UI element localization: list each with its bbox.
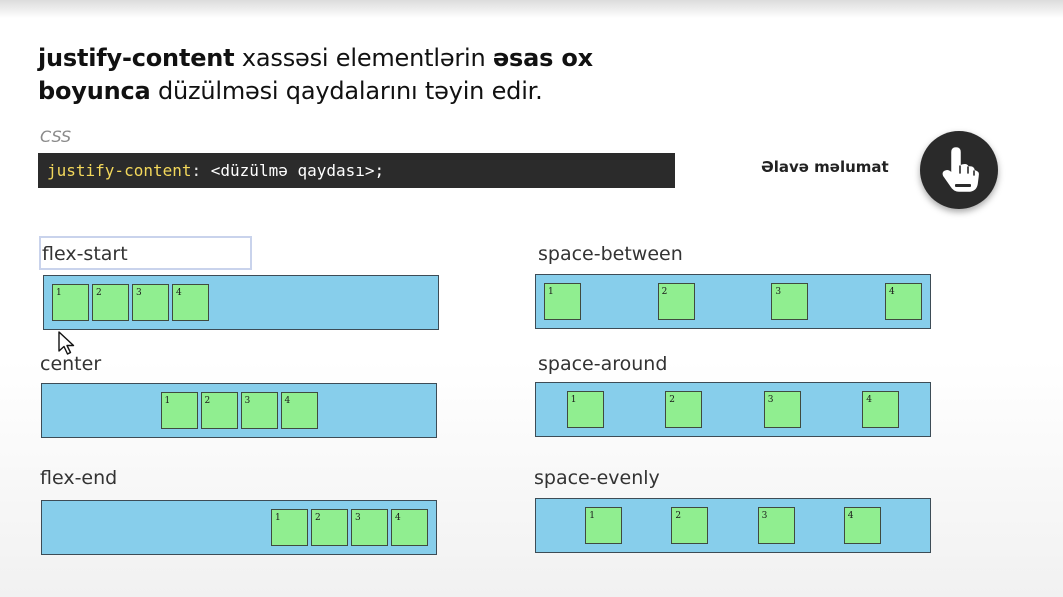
heading-emphasis-1: əsas ox — [492, 44, 593, 72]
flex-item: 2 — [657, 283, 695, 320]
heading-emphasis-2: boyunca — [38, 77, 151, 105]
heading-text-1: xassəsi elementlərin — [234, 44, 493, 72]
top-shade — [0, 0, 1063, 18]
demo-space-between: 1 2 3 4 — [535, 274, 931, 329]
flex-item: 1 — [544, 283, 581, 320]
demo-flex-end: 1 2 3 4 — [41, 500, 437, 555]
flex-item: 4 — [280, 392, 318, 429]
flex-item: 3 — [351, 509, 388, 546]
demo-space-around: 1 2 3 4 — [535, 382, 931, 437]
flex-item: 2 — [665, 391, 703, 428]
label-space-around: space-around — [538, 353, 668, 375]
flex-item: 4 — [843, 507, 881, 544]
flex-item: 1 — [566, 391, 604, 428]
flex-item: 1 — [585, 507, 623, 544]
mouse-pointer-icon — [58, 331, 75, 355]
flex-item: 1 — [160, 392, 198, 429]
heading-text-2: düzülməsi qaydalarını təyin edir. — [150, 77, 543, 105]
code-language-label: CSS — [40, 127, 72, 146]
flex-item: 4 — [391, 509, 428, 546]
flex-item: 2 — [92, 284, 129, 321]
code-property: justify-content — [47, 161, 192, 180]
pointing-hand-icon — [942, 147, 979, 192]
demo-space-evenly: 1 2 3 4 — [535, 498, 931, 553]
code-value: <düzülmə qaydası>; — [201, 161, 385, 180]
label-space-evenly: space-evenly — [534, 467, 660, 489]
slide-heading: justify-content xassəsi elementlərin əsa… — [38, 42, 738, 108]
flex-item: 3 — [132, 284, 169, 321]
code-snippet: justify-content: <düzülmə qaydası>; — [38, 153, 675, 188]
flex-item: 2 — [200, 392, 238, 429]
label-space-between: space-between — [538, 243, 683, 265]
more-info-label: Əlavə məlumat — [761, 158, 889, 176]
flex-item: 3 — [763, 391, 801, 428]
flex-item: 4 — [884, 283, 922, 320]
demo-center: 1 2 3 4 — [41, 383, 437, 438]
label-flex-end: flex-end — [40, 467, 118, 489]
demo-flex-start: 1 2 3 4 — [43, 275, 439, 330]
more-info-button[interactable] — [920, 131, 998, 209]
flex-item: 3 — [771, 283, 809, 320]
flex-item: 2 — [311, 509, 348, 546]
flex-item: 3 — [240, 392, 278, 429]
heading-keyword: justify-content — [38, 44, 235, 72]
flex-item: 2 — [671, 507, 709, 544]
flex-item: 4 — [862, 391, 900, 428]
flex-item: 4 — [172, 284, 209, 321]
flex-item: 3 — [757, 507, 795, 544]
code-colon: : — [191, 161, 202, 180]
flex-item: 1 — [271, 509, 308, 546]
label-flex-start: flex-start — [42, 243, 128, 265]
flex-item: 1 — [52, 284, 89, 321]
